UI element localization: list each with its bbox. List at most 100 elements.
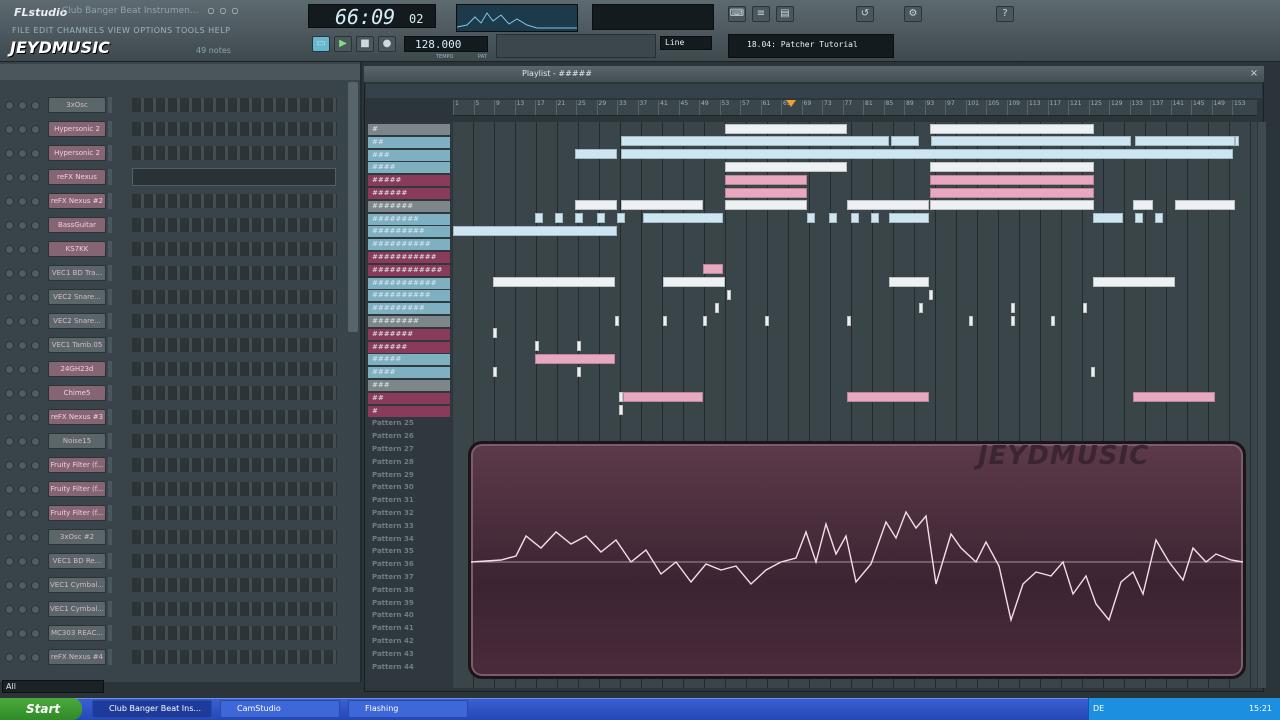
maximize-icon[interactable]: ○ xyxy=(218,4,228,18)
pattern-clip[interactable] xyxy=(931,136,1131,147)
channel-row[interactable]: VEC1 Cymbal... xyxy=(0,598,346,620)
mute-led[interactable] xyxy=(5,101,14,110)
channel-row[interactable]: reFX Nexus #2 xyxy=(0,190,346,212)
channel-graph[interactable] xyxy=(132,168,336,186)
volume-knob[interactable] xyxy=(31,533,40,542)
pattern-item[interactable]: Pattern 33 xyxy=(368,521,450,532)
channel-name-button[interactable]: VEC2 Snare... xyxy=(48,289,106,305)
minimize-icon[interactable]: ○ xyxy=(206,4,216,18)
channel-name-button[interactable]: BassGuitar xyxy=(48,217,106,233)
step-sequencer[interactable] xyxy=(132,458,337,472)
pattern-clip[interactable] xyxy=(891,136,919,147)
pattern-item[interactable]: ########### xyxy=(368,277,450,289)
channel-name-button[interactable]: reFX Nexus #4 xyxy=(48,649,106,665)
menu-help[interactable]: HELP xyxy=(208,26,230,38)
pan-knob[interactable] xyxy=(18,317,27,326)
note-clip[interactable] xyxy=(619,405,623,416)
mute-led[interactable] xyxy=(5,365,14,374)
channel-row[interactable]: reFX Nexus xyxy=(0,166,346,188)
stop-icon[interactable]: ■ xyxy=(356,36,374,52)
mute-led[interactable] xyxy=(5,437,14,446)
plugin-icon[interactable]: ⚙ xyxy=(904,6,922,22)
pan-knob[interactable] xyxy=(18,437,27,446)
pattern-item[interactable]: ######## xyxy=(368,213,450,225)
pattern-item[interactable]: Pattern 30 xyxy=(368,482,450,493)
pan-knob[interactable] xyxy=(18,245,27,254)
pattern-clip[interactable] xyxy=(930,200,1094,211)
pattern-item[interactable]: ########### xyxy=(368,252,450,263)
step-sequencer[interactable] xyxy=(132,122,337,136)
volume-knob[interactable] xyxy=(31,317,40,326)
pattern-clip[interactable] xyxy=(847,392,929,403)
step-sequencer[interactable] xyxy=(132,578,337,592)
playlist-close-icon[interactable]: × xyxy=(1248,67,1260,81)
channel-name-button[interactable]: reFX Nexus xyxy=(48,169,106,185)
channel-row[interactable]: reFX Nexus #4 xyxy=(0,646,346,668)
step-sequencer[interactable] xyxy=(132,650,337,664)
pan-knob[interactable] xyxy=(18,365,27,374)
step-sequencer[interactable] xyxy=(132,434,337,448)
pattern-item[interactable]: Pattern 31 xyxy=(368,495,450,506)
pattern-clip[interactable] xyxy=(703,264,723,275)
note-clip[interactable] xyxy=(703,315,707,326)
channel-name-button[interactable]: MC303 REAC... xyxy=(48,625,106,641)
help-icon[interactable]: ? xyxy=(996,6,1014,22)
channel-name-button[interactable]: Fruity Filter (f... xyxy=(48,457,106,473)
pattern-item[interactable]: ######### xyxy=(368,226,450,238)
pattern-clip[interactable] xyxy=(1155,213,1163,224)
volume-knob[interactable] xyxy=(31,245,40,254)
menu-tools[interactable]: TOOLS xyxy=(176,26,206,38)
pattern-item[interactable]: ### xyxy=(368,380,450,391)
volume-knob[interactable] xyxy=(31,365,40,374)
mute-led[interactable] xyxy=(5,509,14,518)
pattern-clip[interactable] xyxy=(930,187,1094,198)
channel-name-button[interactable]: Fruity Filter (f... xyxy=(48,481,106,497)
step-sequencer[interactable] xyxy=(132,554,337,568)
pattern-item[interactable]: #### xyxy=(368,162,450,174)
pan-knob[interactable] xyxy=(18,509,27,518)
pattern-clip[interactable] xyxy=(1093,277,1175,288)
pan-knob[interactable] xyxy=(18,269,27,278)
volume-knob[interactable] xyxy=(31,557,40,566)
note-clip[interactable] xyxy=(969,315,973,326)
pattern-item[interactable]: ##### xyxy=(368,354,450,366)
channel-row[interactable]: BassGuitar xyxy=(0,214,346,236)
note-clip[interactable] xyxy=(535,341,539,352)
pan-knob[interactable] xyxy=(18,605,27,614)
mute-led[interactable] xyxy=(5,653,14,662)
pattern-item[interactable]: Pattern 35 xyxy=(368,546,450,557)
volume-knob[interactable] xyxy=(31,341,40,350)
mixer-icon[interactable]: ≡ xyxy=(752,6,770,22)
channel-name-button[interactable]: Fruity Filter (f... xyxy=(48,505,106,521)
start-button[interactable]: Start xyxy=(0,698,82,720)
step-sequencer[interactable] xyxy=(132,362,337,376)
pattern-clip[interactable] xyxy=(535,353,615,364)
channel-name-button[interactable]: reFX Nexus #2 xyxy=(48,193,106,209)
volume-knob[interactable] xyxy=(31,293,40,302)
task-flashing[interactable]: Flashing xyxy=(348,700,468,718)
step-sequencer[interactable] xyxy=(132,218,337,232)
note-clip[interactable] xyxy=(577,341,581,352)
volume-knob[interactable] xyxy=(31,605,40,614)
note-clip[interactable] xyxy=(765,315,769,326)
channel-filter[interactable]: All xyxy=(2,680,104,693)
pattern-item[interactable]: ## xyxy=(368,392,450,404)
step-sequencer[interactable] xyxy=(132,386,337,400)
mute-led[interactable] xyxy=(5,557,14,566)
play-icon[interactable]: ▶ xyxy=(334,36,352,52)
step-sequencer[interactable] xyxy=(132,98,337,112)
volume-knob[interactable] xyxy=(31,413,40,422)
pattern-item[interactable]: ########## xyxy=(368,290,450,302)
channel-name-button[interactable]: Hypersonic 2 xyxy=(48,121,106,137)
pattern-item[interactable]: Pattern 34 xyxy=(368,534,450,545)
pattern-item[interactable]: Pattern 44 xyxy=(368,662,450,673)
volume-knob[interactable] xyxy=(31,101,40,110)
mute-led[interactable] xyxy=(5,173,14,182)
pattern-clip[interactable] xyxy=(847,200,929,211)
channel-scrollbar[interactable] xyxy=(348,82,358,332)
pattern-song-icon[interactable]: ▭ xyxy=(312,36,330,52)
pattern-clip[interactable] xyxy=(617,213,625,224)
playlist-ruler[interactable]: 1 5 9 13 17 21 25 29 33 37 41 45 49 53 57 61 65 69 73 77 81 8… xyxy=(453,100,1257,116)
channel-row[interactable]: reFX Nexus #3 xyxy=(0,406,346,428)
mute-led[interactable] xyxy=(5,533,14,542)
